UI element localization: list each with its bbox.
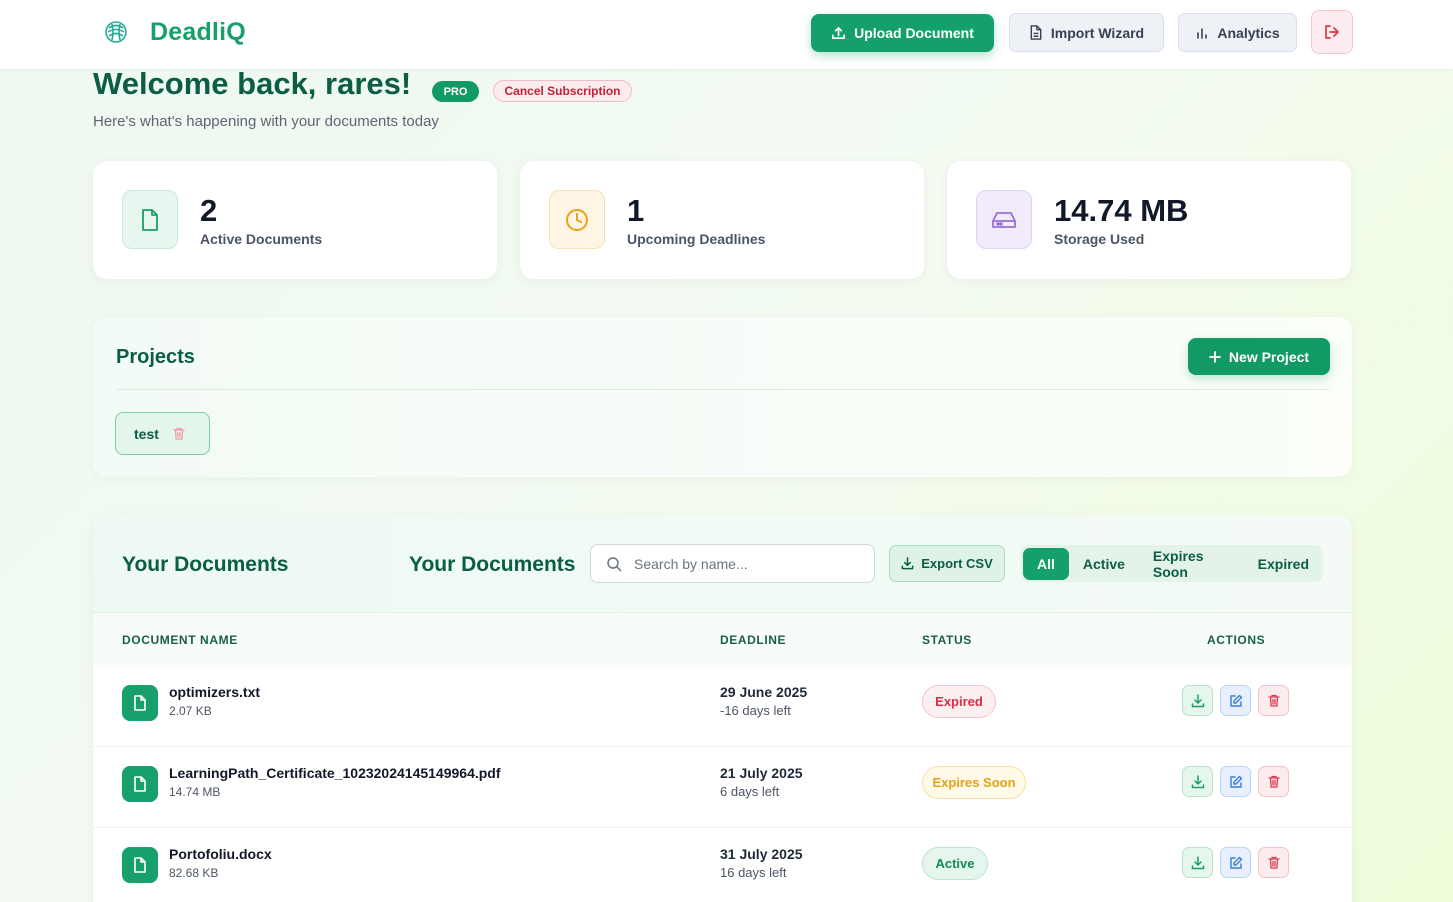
trash-icon <box>1267 694 1280 707</box>
clock-icon <box>549 190 605 249</box>
projects-panel: Projects New Project test <box>93 317 1352 477</box>
upload-label: Upload Document <box>854 25 974 41</box>
analytics-button[interactable]: Analytics <box>1178 13 1297 52</box>
stat-card-active-documents: 2 Active Documents <box>93 161 497 279</box>
project-name: test <box>134 425 159 442</box>
days-left: 16 days left <box>720 865 787 880</box>
edit-icon <box>1229 856 1242 869</box>
documents-title-repeat: Your Documents <box>409 553 576 576</box>
stat-card-storage-used: 14.74 MB Storage Used <box>947 161 1351 279</box>
days-left: 6 days left <box>720 784 780 799</box>
document-name[interactable]: LearningPath_Certificate_102320241451499… <box>169 765 501 781</box>
export-csv-button[interactable]: Export CSV <box>889 545 1005 582</box>
divider <box>116 389 1329 390</box>
download-button[interactable] <box>1182 847 1213 878</box>
download-icon <box>1191 774 1204 788</box>
projects-title: Projects <box>116 346 195 368</box>
delete-button[interactable] <box>1258 847 1289 878</box>
filter-tab-active[interactable]: Active <box>1069 548 1139 580</box>
search-input[interactable] <box>634 555 854 572</box>
status-filter-tabs: All Active Expires Soon Expired <box>1021 545 1323 582</box>
pro-badge: PRO <box>432 81 479 102</box>
filter-tab-all[interactable]: All <box>1023 547 1069 580</box>
trash-icon <box>1267 856 1280 869</box>
hard-drive-icon <box>976 190 1032 249</box>
project-chip[interactable]: test <box>115 412 210 455</box>
stat-label: Active Documents <box>200 231 323 247</box>
document-name[interactable]: optimizers.txt <box>169 684 260 700</box>
filter-tab-expires-soon[interactable]: Expires Soon <box>1139 548 1244 580</box>
document-size: 2.07 KB <box>169 704 212 718</box>
logout-icon <box>1325 25 1339 39</box>
trash-icon <box>1267 775 1280 788</box>
brain-logo-icon <box>105 21 127 43</box>
column-header-status[interactable]: STATUS <box>922 633 972 647</box>
table-row[interactable]: LearningPath_Certificate_102320241451499… <box>93 747 1352 828</box>
stat-value: 14.74 MB <box>1054 193 1189 228</box>
top-header: DeadliQ Upload Document Import Wizard An… <box>0 0 1453 69</box>
file-icon <box>122 766 158 802</box>
stat-value: 2 <box>200 193 218 228</box>
documents-title: Your Documents <box>122 553 289 576</box>
plus-icon <box>1209 350 1221 363</box>
welcome-heading: Welcome back, rares! <box>93 66 412 101</box>
document-icon <box>1030 25 1042 40</box>
filter-tab-expired[interactable]: Expired <box>1244 548 1323 580</box>
deadline-date: 21 July 2025 <box>720 765 803 781</box>
document-size: 82.68 KB <box>169 866 219 880</box>
column-header-deadline[interactable]: DEADLINE <box>720 633 786 647</box>
search-icon <box>607 556 622 571</box>
stat-card-upcoming-deadlines: 1 Upcoming Deadlines <box>520 161 924 279</box>
cancel-subscription-button[interactable]: Cancel Subscription <box>493 80 632 102</box>
column-header-actions: ACTIONS <box>1207 633 1266 647</box>
new-project-label: New Project <box>1228 348 1310 365</box>
documents-toolbar: Your Documents Your Documents Export CSV… <box>93 515 1352 613</box>
stat-value: 1 <box>627 193 645 228</box>
deadline-date: 31 July 2025 <box>720 846 803 862</box>
stat-label: Storage Used <box>1054 231 1145 247</box>
file-icon <box>122 847 158 883</box>
download-button[interactable] <box>1182 766 1213 797</box>
trash-icon[interactable] <box>173 427 185 440</box>
edit-icon <box>1229 775 1242 788</box>
edit-button[interactable] <box>1220 685 1251 716</box>
welcome-subtitle: Here's what's happening with your docume… <box>93 113 439 130</box>
bar-chart-icon <box>1197 27 1208 39</box>
download-icon <box>1191 693 1204 707</box>
stat-label: Upcoming Deadlines <box>627 231 766 247</box>
download-icon <box>901 557 914 570</box>
delete-button[interactable] <box>1258 766 1289 797</box>
delete-button[interactable] <box>1258 685 1289 716</box>
document-name[interactable]: Portofoliu.docx <box>169 846 272 862</box>
status-badge: Expired <box>922 685 996 718</box>
file-icon <box>122 685 158 721</box>
download-icon <box>1191 855 1204 869</box>
edit-button[interactable] <box>1220 766 1251 797</box>
table-row[interactable]: Portofoliu.docx 82.68 KB 31 July 2025 16… <box>93 828 1352 902</box>
import-wizard-button[interactable]: Import Wizard <box>1009 13 1164 52</box>
documents-panel: Your Documents Your Documents Export CSV… <box>93 515 1352 902</box>
document-size: 14.74 MB <box>169 785 221 799</box>
download-button[interactable] <box>1182 685 1213 716</box>
edit-button[interactable] <box>1220 847 1251 878</box>
file-icon <box>122 190 178 249</box>
column-header-name[interactable]: DOCUMENT NAME <box>122 633 238 647</box>
table-row[interactable]: optimizers.txt 2.07 KB 29 June 2025 -16 … <box>93 666 1352 747</box>
export-label: Export CSV <box>921 556 993 571</box>
import-label: Import Wizard <box>1050 24 1145 41</box>
status-badge: Expires Soon <box>922 766 1026 799</box>
new-project-button[interactable]: New Project <box>1188 338 1330 375</box>
upload-icon <box>832 26 846 39</box>
days-left: -16 days left <box>720 703 791 718</box>
app-name[interactable]: DeadliQ <box>150 18 246 47</box>
logout-button[interactable] <box>1311 10 1353 54</box>
edit-icon <box>1229 694 1242 707</box>
analytics-label: Analytics <box>1217 24 1280 41</box>
upload-document-button[interactable]: Upload Document <box>811 14 994 52</box>
deadline-date: 29 June 2025 <box>720 684 808 700</box>
status-badge: Active <box>922 847 988 880</box>
search-box[interactable] <box>590 544 875 583</box>
